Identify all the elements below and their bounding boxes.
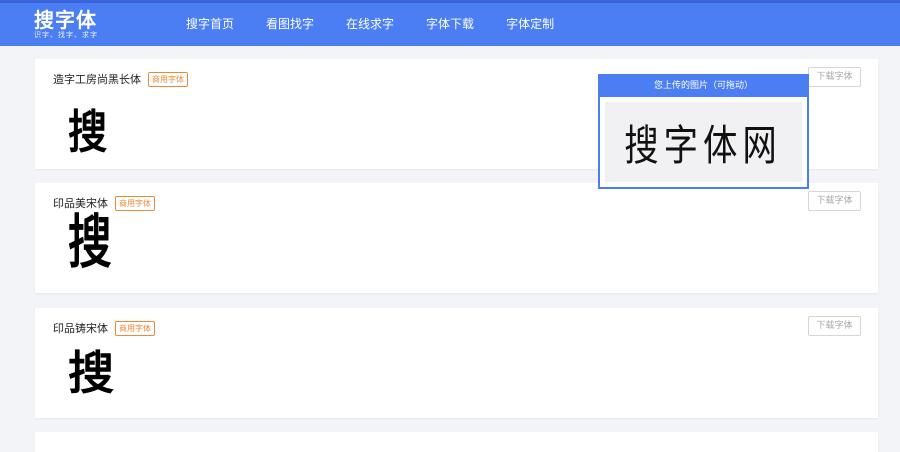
- uploaded-image-panel[interactable]: 您上传的图片（可拖动） 搜字体网: [598, 74, 809, 189]
- font-sample-glyph: 搜: [68, 208, 112, 276]
- font-card-header: 印品铸宋体 商用字体: [53, 320, 155, 336]
- uploaded-image-text: 搜字体网: [624, 120, 783, 170]
- nav-item-online-request[interactable]: 在线求字: [330, 3, 410, 46]
- nav-item-font-custom[interactable]: 字体定制: [490, 3, 570, 46]
- site-logo[interactable]: 搜字体 识字、找字、求字: [34, 9, 98, 40]
- top-nav-bar: 搜字体 识字、找字、求字 搜字首页 看图找字 在线求字 字体下载 字体定制: [0, 0, 900, 46]
- uploaded-image: 搜字体网: [605, 102, 802, 182]
- font-card: 印品铸宋体 商用字体 搜 下载字体: [35, 308, 878, 418]
- font-name[interactable]: 造字工房尚黑长体: [53, 71, 141, 87]
- download-font-button[interactable]: 下载字体: [808, 191, 861, 211]
- font-sample-glyph: 搜: [68, 105, 108, 159]
- commercial-badge: 商用字体: [115, 195, 155, 211]
- download-font-button[interactable]: 下载字体: [808, 67, 861, 87]
- nav-item-image-search[interactable]: 看图找字: [250, 3, 330, 46]
- nav-item-font-download[interactable]: 字体下载: [410, 3, 490, 46]
- commercial-badge: 商用字体: [115, 320, 155, 336]
- font-name[interactable]: 印品铸宋体: [53, 320, 108, 336]
- logo-title: 搜字体: [34, 8, 97, 32]
- nav-item-home[interactable]: 搜字首页: [170, 3, 250, 46]
- font-card: 印品美宋体 商用字体 搜 下载字体: [35, 183, 878, 293]
- logo-tagline: 识字、找字、求字: [34, 31, 98, 39]
- font-card-partial: [35, 432, 878, 452]
- download-font-button[interactable]: 下载字体: [808, 316, 861, 336]
- commercial-badge: 商用字体: [148, 71, 188, 87]
- main-nav: 搜字首页 看图找字 在线求字 字体下载 字体定制: [170, 3, 570, 46]
- uploaded-image-title[interactable]: 您上传的图片（可拖动）: [600, 76, 807, 97]
- font-sample-glyph: 搜: [68, 346, 114, 400]
- font-card-header: 造字工房尚黑长体 商用字体: [53, 71, 188, 87]
